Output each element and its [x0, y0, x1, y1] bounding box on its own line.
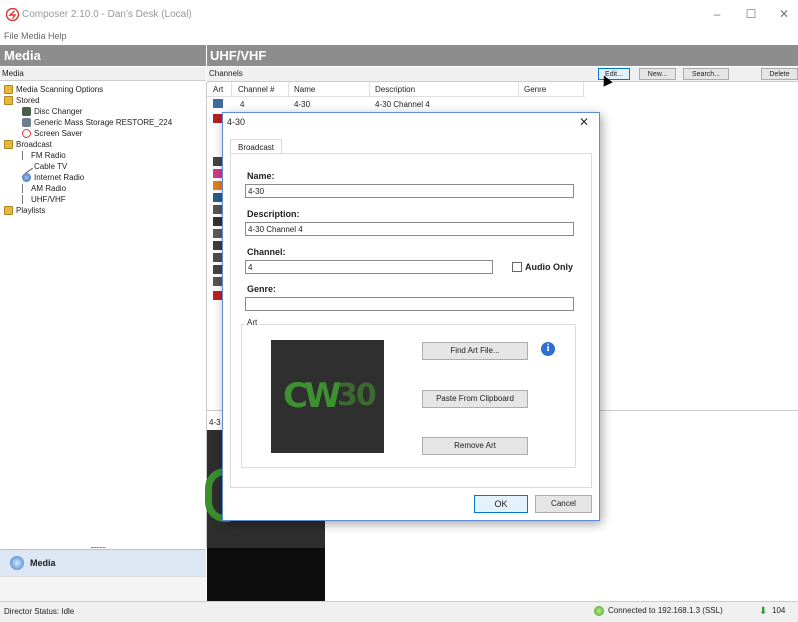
remove-art-button[interactable]: Remove Art — [422, 437, 528, 455]
info-icon[interactable]: i — [541, 342, 555, 356]
col-channel[interactable]: Channel # — [238, 85, 274, 94]
folder-icon — [4, 85, 13, 95]
channels-label: Channels — [209, 69, 243, 78]
art-logo-number: 30 — [337, 378, 377, 413]
ok-button[interactable]: OK — [474, 495, 528, 513]
tree-item-label: Broadcast — [16, 140, 53, 149]
folder-icon — [4, 140, 13, 150]
tree-item-playlists[interactable]: Playlists — [4, 205, 45, 216]
tree-item-media-scanning[interactable]: Media Scanning Options — [4, 84, 103, 95]
nav-media-label: Media — [30, 558, 56, 568]
connection-status: Connected to 192.168.1.3 (SSL) — [608, 606, 723, 615]
table-row[interactable]: 4 4-30 4-30 Channel 4 — [207, 97, 585, 111]
col-description[interactable]: Description — [375, 85, 415, 94]
window-title: Composer 2.10.0 - Dan's Desk (Local) — [22, 9, 192, 20]
tree-item-label: UHF/VHF — [31, 195, 66, 204]
tree-item-disc-changer[interactable]: Disc Changer — [22, 106, 82, 117]
antenna-icon — [22, 184, 28, 194]
update-count: 104 — [772, 606, 786, 615]
composer-logo-icon — [6, 8, 19, 21]
folder-icon — [4, 96, 13, 106]
paste-from-clipboard-button[interactable]: Paste From Clipboard — [422, 390, 528, 408]
close-window-button[interactable]: ✕ — [774, 6, 794, 22]
row-description: 4-30 Channel 4 — [375, 100, 430, 109]
connected-icon — [594, 606, 604, 616]
preview-label: 4-3 — [209, 418, 221, 427]
storage-icon — [22, 118, 31, 128]
tree-item-generic-mass-storage[interactable]: Generic Mass Storage RESTORE_224 — [22, 117, 172, 128]
row-name: 4-30 — [294, 100, 311, 109]
nav-media-button[interactable]: Media — [0, 549, 206, 576]
edit-channel-dialog: 4-30 ✕ Broadcast Name: 4-30 Description:… — [222, 112, 600, 521]
col-genre[interactable]: Genre — [524, 85, 546, 94]
tree-item-label: Stored — [16, 96, 40, 105]
dialog-title: 4-30 — [227, 117, 246, 127]
menu-file[interactable]: File — [4, 31, 19, 41]
screensaver-icon — [22, 129, 31, 139]
tree-item-cable-tv[interactable]: Cable TV — [19, 160, 68, 174]
audio-only-label[interactable]: Audio Only — [525, 262, 573, 272]
media-tree: Media Scanning Options Stored Disc Chang… — [0, 82, 207, 548]
tree-item-label: Disc Changer — [34, 107, 83, 116]
tree-item-label: Playlists — [16, 206, 46, 215]
channel-art-image: CW 30 — [271, 340, 384, 453]
tree-item-screen-saver[interactable]: Screen Saver — [22, 128, 82, 139]
tree-item-label: Cable TV — [34, 162, 68, 171]
status-bar: Director Status: Idle Connected to 192.1… — [0, 601, 798, 622]
search-button[interactable]: Search... — [683, 68, 729, 80]
menu-help[interactable]: Help — [48, 31, 67, 41]
tree-item-label: Generic Mass Storage RESTORE_224 — [34, 118, 173, 127]
art-logo-cw: CW — [283, 376, 342, 416]
description-field[interactable]: 4-30 Channel 4 — [245, 222, 574, 236]
name-label: Name: — [247, 171, 275, 181]
media-nav-icon — [10, 556, 24, 570]
tree-item-label: FM Radio — [31, 151, 66, 160]
menu-media[interactable]: Media — [21, 31, 46, 41]
tree-item-label: Media Scanning Options — [16, 85, 104, 94]
tree-item-fm-radio[interactable]: FM Radio — [22, 150, 66, 161]
cancel-button[interactable]: Cancel — [535, 495, 592, 513]
folder-icon — [4, 206, 13, 216]
channels-column-headers: Art Channel # Name Description Genre — [207, 82, 585, 97]
disc-changer-icon — [22, 107, 31, 117]
channels-toolbar: Channels Edit... New... Search... Delete — [207, 67, 798, 82]
tree-item-uhf-vhf[interactable]: UHF/VHF — [22, 194, 66, 205]
col-name[interactable]: Name — [294, 85, 315, 94]
tree-item-am-radio[interactable]: AM Radio — [22, 183, 66, 194]
audio-only-checkbox[interactable] — [512, 262, 522, 272]
tree-item-label: AM Radio — [31, 184, 67, 193]
tree-item-broadcast[interactable]: Broadcast — [4, 139, 52, 150]
left-panel-header: Media — [0, 45, 206, 66]
title-bar: Composer 2.10.0 - Dan's Desk (Local) – ☐… — [0, 0, 798, 30]
genre-label: Genre: — [247, 284, 277, 294]
row-channel: 4 — [240, 100, 245, 109]
tree-item-label: Internet Radio — [34, 173, 85, 182]
menu-bar: File Media Help — [0, 30, 798, 44]
tree-item-stored[interactable]: Stored — [4, 95, 40, 106]
channel-field[interactable]: 4 — [245, 260, 493, 274]
preview-image-lower — [207, 548, 325, 601]
director-status: Director Status: Idle — [4, 607, 75, 616]
col-art[interactable]: Art — [213, 85, 223, 94]
download-arrow-icon: ⬇ — [759, 606, 768, 617]
find-art-file-button[interactable]: Find Art File... — [422, 342, 528, 360]
globe-icon — [22, 173, 31, 183]
channel-thumb-icon — [213, 99, 223, 108]
art-group-label: Art — [245, 318, 260, 327]
maximize-button[interactable]: ☐ — [741, 6, 761, 22]
description-label: Description: — [247, 209, 300, 219]
new-button[interactable]: New... — [639, 68, 676, 80]
dialog-close-button[interactable]: ✕ — [579, 115, 589, 129]
delete-button[interactable]: Delete — [761, 68, 798, 80]
genre-field[interactable] — [245, 297, 574, 311]
tree-item-label: Screen Saver — [34, 129, 83, 138]
minimize-button[interactable]: – — [707, 6, 727, 22]
right-panel-header: UHF/VHF — [207, 45, 798, 66]
name-field[interactable]: 4-30 — [245, 184, 574, 198]
left-panel-subheader: Media — [0, 67, 206, 81]
antenna-icon — [22, 195, 28, 205]
channel-label: Channel: — [247, 247, 286, 257]
nav-footer — [0, 576, 206, 602]
tree-item-internet-radio[interactable]: Internet Radio — [22, 172, 84, 183]
